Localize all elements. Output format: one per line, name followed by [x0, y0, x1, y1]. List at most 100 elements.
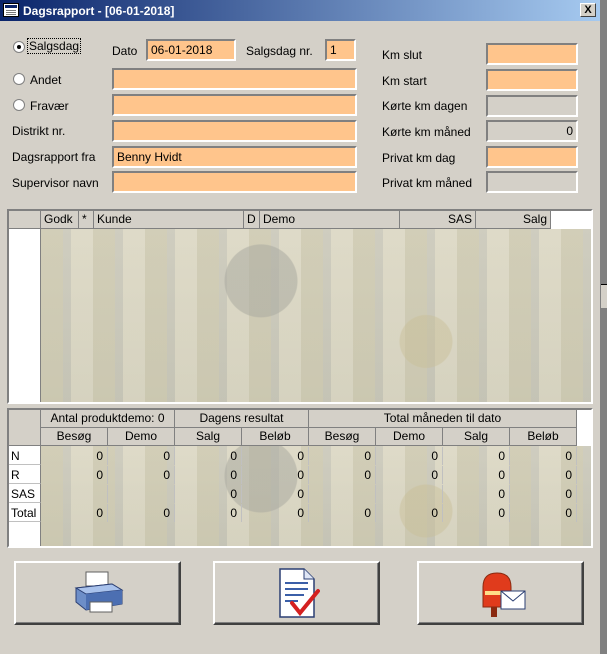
table-cell: 0	[175, 504, 242, 522]
supervisor-field[interactable]	[112, 171, 357, 193]
subcol-salg-total: Salg	[443, 428, 510, 446]
label-km-slut: Km slut	[382, 48, 423, 62]
radio-fravaer[interactable]	[13, 99, 25, 111]
col-d[interactable]: D	[244, 211, 260, 229]
andet-field[interactable]	[112, 68, 357, 90]
table-cell	[309, 485, 376, 503]
table-cell: 0	[376, 447, 443, 465]
table-cell: 0	[376, 504, 443, 522]
subcol-besog: Besøg	[41, 428, 108, 446]
window-title: Dagsrapport - [06-01-2018]	[23, 4, 175, 18]
group-antal-produktdemo: Antal produktdemo: 0	[41, 410, 175, 428]
row-label-total: Total	[9, 504, 41, 522]
print-button[interactable]	[14, 561, 181, 625]
label-distrikt: Distrikt nr.	[12, 124, 66, 138]
table-cell	[376, 485, 443, 503]
grid-corner	[9, 211, 41, 229]
subcol-demo-total: Demo	[376, 428, 443, 446]
salgsdag-nr-field[interactable]: 1	[325, 39, 356, 61]
radio-andet[interactable]	[13, 73, 25, 85]
table-cell: 0	[510, 504, 577, 522]
table-cell: 0	[510, 466, 577, 484]
table-cell: 0	[443, 447, 510, 465]
col-sas[interactable]: SAS	[400, 211, 476, 229]
dato-field[interactable]: 06-01-2018	[146, 39, 236, 61]
subcol-demo: Demo	[108, 428, 175, 446]
col-godk[interactable]: Godk	[41, 211, 79, 229]
km-slut-field[interactable]	[486, 43, 578, 65]
table-cell: 0	[510, 447, 577, 465]
row-label-r: R	[9, 466, 41, 484]
label-privat-km-dag: Privat km dag	[382, 151, 456, 165]
table-cell: 0	[108, 504, 175, 522]
korte-km-maned-field: 0	[486, 120, 578, 142]
approve-report-button[interactable]	[213, 561, 380, 625]
label-supervisor: Supervisor navn	[12, 176, 99, 190]
row-label-sas: SAS	[9, 485, 41, 503]
close-button[interactable]: X	[580, 3, 596, 17]
label-dagsrapport-fra: Dagsrapport fra	[12, 150, 96, 164]
table-cell: 0	[443, 466, 510, 484]
table-cell: 0	[175, 485, 242, 503]
summary-corner	[9, 410, 41, 446]
col-demo[interactable]: Demo	[260, 211, 400, 229]
dagsrapport-fra-field[interactable]: Benny Hvidt	[112, 146, 357, 168]
label-km-start: Km start	[382, 74, 427, 88]
col-star[interactable]: *	[79, 211, 94, 229]
subcol-belob: Beløb	[242, 428, 309, 446]
table-cell: 0	[242, 485, 309, 503]
app-window-icon	[3, 3, 19, 17]
table-cell: 0	[175, 466, 242, 484]
subcol-belob-total: Beløb	[510, 428, 577, 446]
privat-km-dag-field[interactable]	[486, 146, 578, 168]
table-cell: 0	[108, 447, 175, 465]
table-cell: 0	[309, 504, 376, 522]
checked-document-icon	[278, 568, 320, 618]
subcol-salg: Salg	[175, 428, 242, 446]
table-cell: 0	[175, 447, 242, 465]
table-cell: 0	[443, 504, 510, 522]
mailbox-icon	[482, 572, 525, 617]
km-start-field[interactable]	[486, 69, 578, 91]
table-cell: 0	[108, 466, 175, 484]
table-cell	[108, 485, 175, 503]
title-bar: Dagsrapport - [06-01-2018] X	[0, 0, 600, 21]
label-andet: Andet	[30, 73, 62, 87]
table-cell: 0	[242, 447, 309, 465]
table-cell	[41, 485, 108, 503]
table-cell: 0	[242, 466, 309, 484]
col-salg[interactable]: Salg	[476, 211, 551, 229]
fravaer-field[interactable]	[112, 94, 357, 116]
label-salgsdag-nr: Salgsdag nr.	[246, 44, 313, 58]
col-kunde[interactable]: Kunde	[94, 211, 244, 229]
background-window-edge	[600, 0, 607, 654]
label-korte-km-maned: Kørte km måned	[382, 125, 471, 139]
group-dagens-resultat: Dagens resultat	[175, 410, 309, 428]
label-privat-km-maned: Privat km måned	[382, 176, 473, 190]
korte-km-dagen-field	[486, 95, 578, 117]
table-cell: 0	[443, 485, 510, 503]
table-cell: 0	[510, 485, 577, 503]
label-salgsdag: Salgsdag	[27, 38, 82, 54]
distrikt-field[interactable]	[112, 120, 357, 142]
table-cell: 0	[242, 504, 309, 522]
visit-grid[interactable]: Godk * Kunde D Demo SAS Salg	[7, 209, 593, 404]
label-korte-km-dagen: Kørte km dagen	[382, 99, 468, 113]
label-fravaer: Fravær	[30, 99, 69, 113]
group-total-maneden: Total måneden til dato	[309, 410, 577, 428]
table-cell: 0	[376, 466, 443, 484]
summary-grid: Antal produktdemo: 0 Dagens resultat Tot…	[7, 408, 593, 548]
grid-background-image	[41, 229, 591, 402]
table-cell: 0	[41, 466, 108, 484]
table-cell: 0	[309, 447, 376, 465]
table-cell: 0	[41, 504, 108, 522]
row-label-n: N	[9, 447, 41, 465]
privat-km-maned-field	[486, 171, 578, 193]
table-cell: 0	[41, 447, 108, 465]
send-mail-button[interactable]	[417, 561, 584, 625]
printer-icon	[73, 571, 124, 613]
label-dato: Dato	[112, 44, 138, 58]
table-cell: 0	[309, 466, 376, 484]
subcol-besog-total: Besøg	[309, 428, 376, 446]
radio-salgsdag[interactable]	[13, 41, 25, 53]
